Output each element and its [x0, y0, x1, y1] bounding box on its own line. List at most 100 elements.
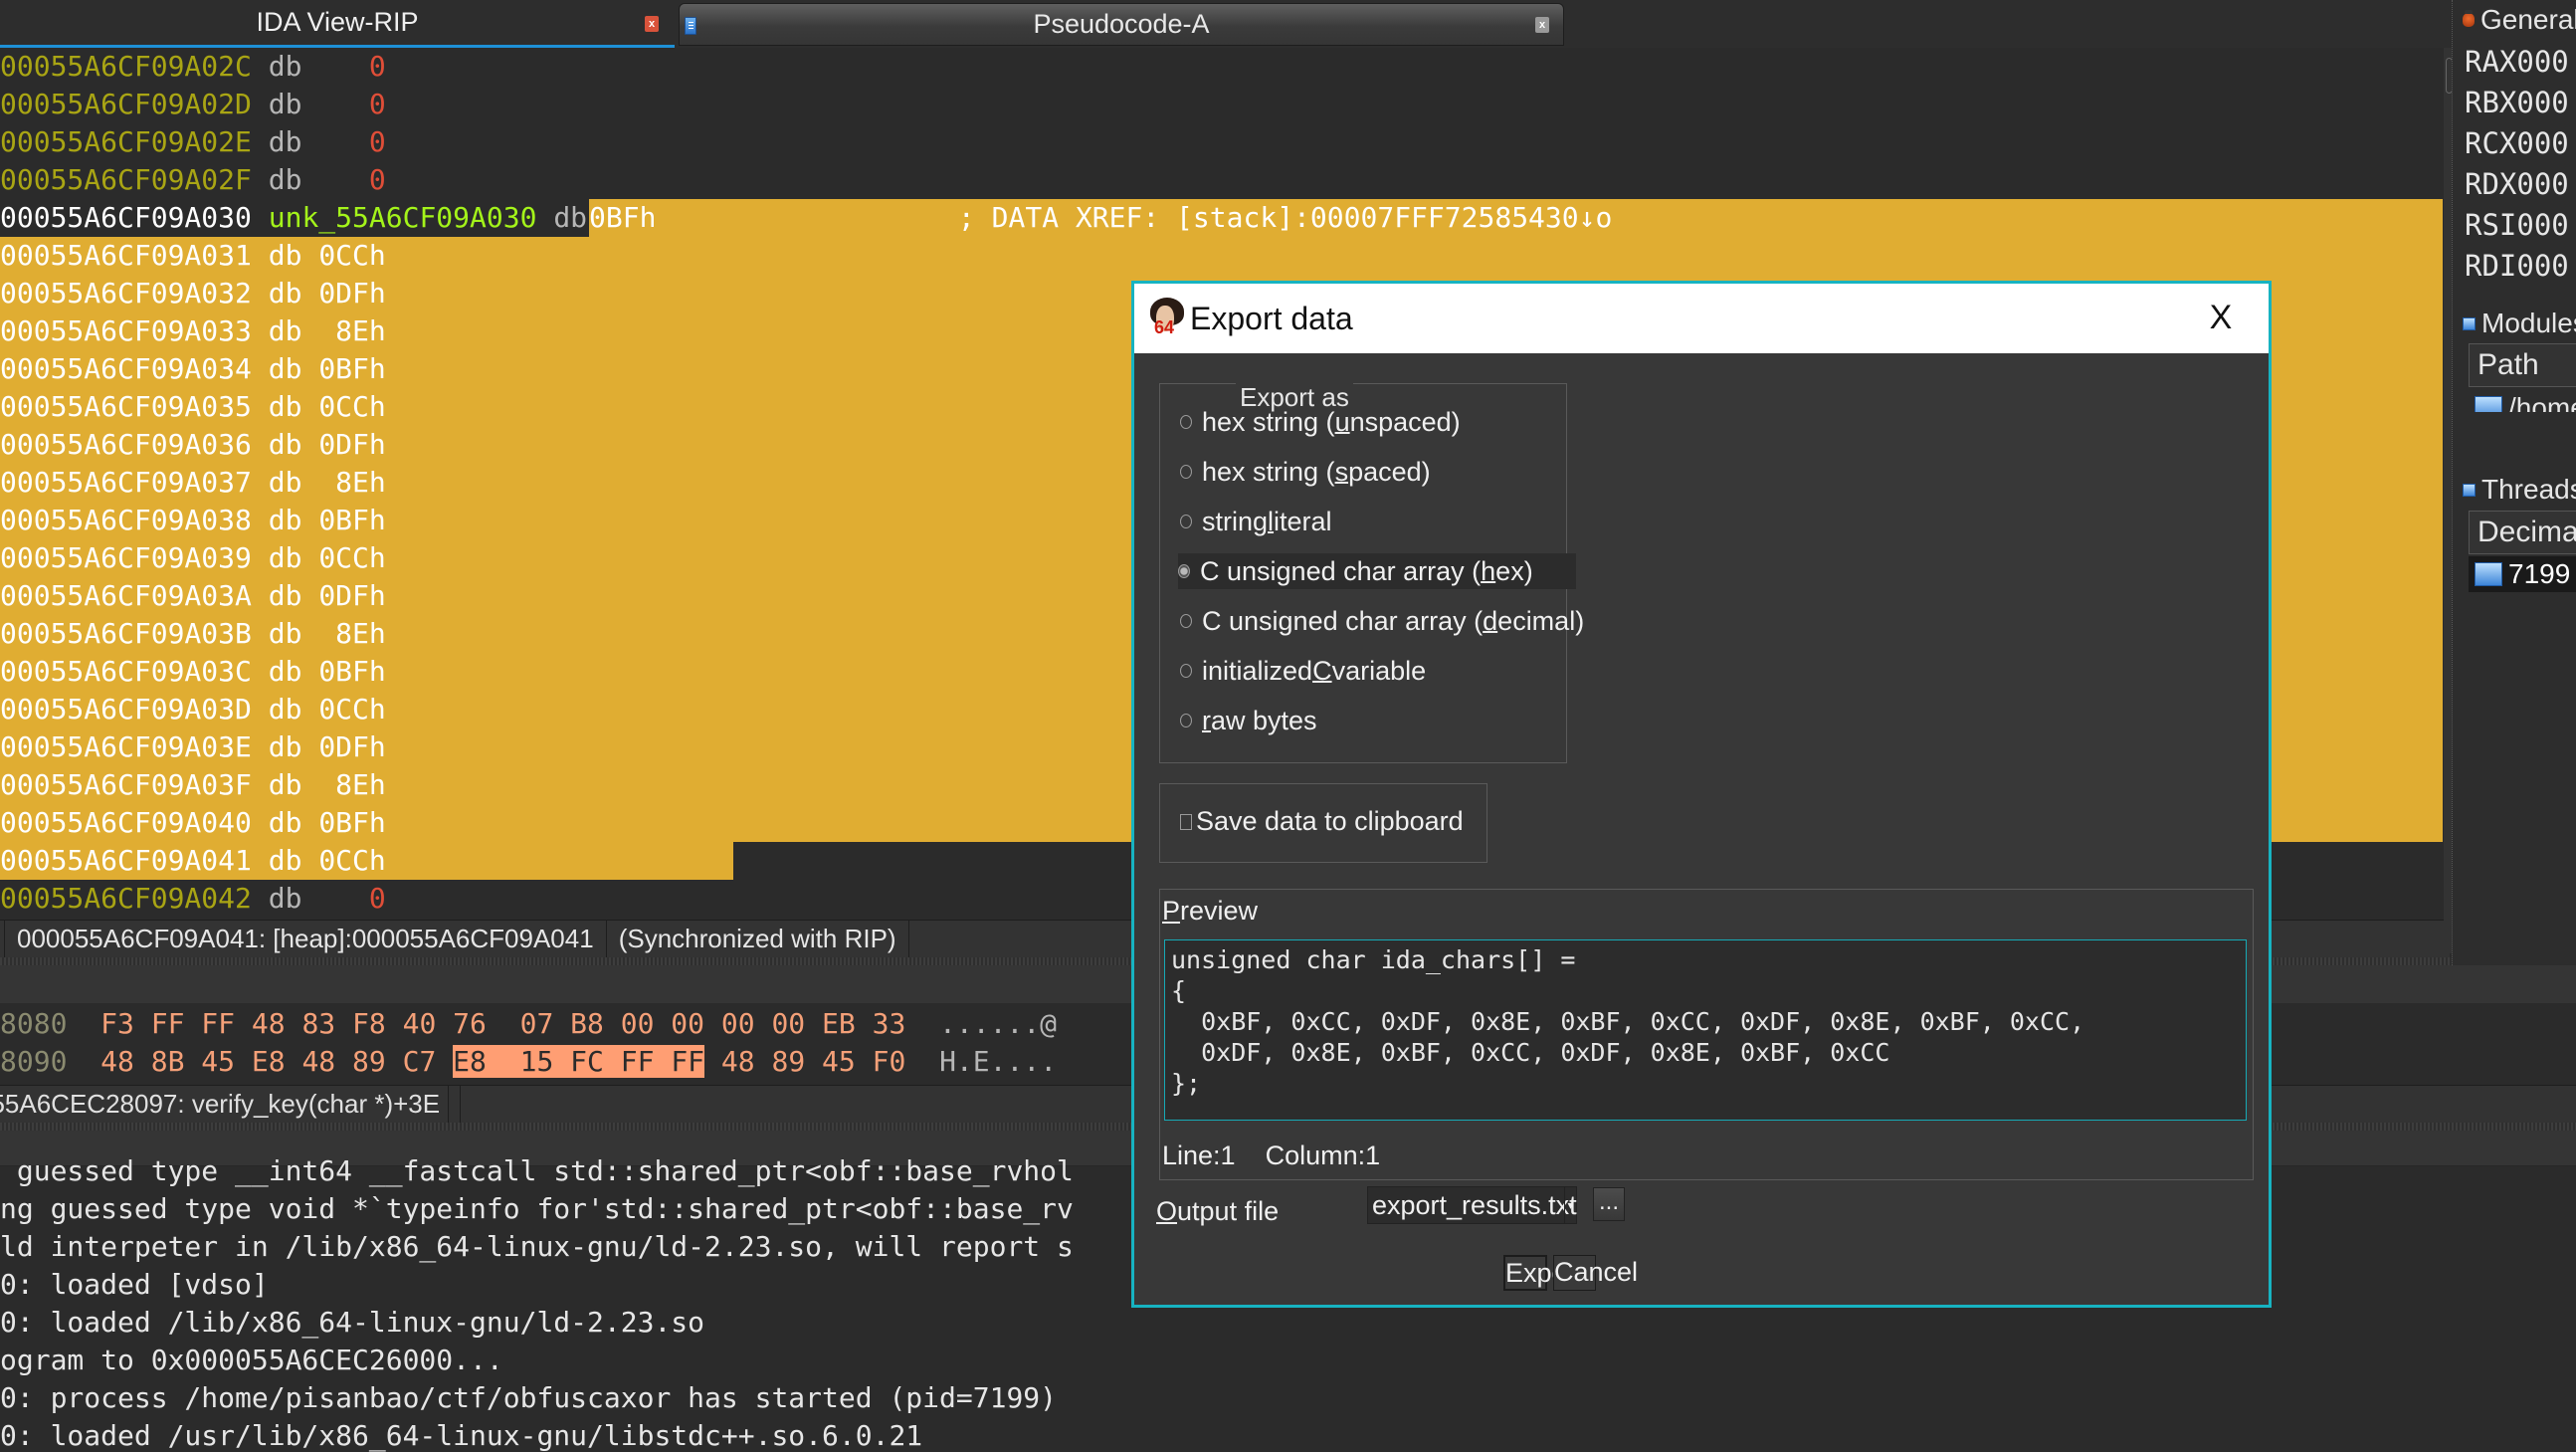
general-registers-title[interactable]: General	[2463, 0, 2576, 40]
register-name: RDX	[2465, 167, 2517, 201]
modules-column-path[interactable]: Path	[2469, 343, 2576, 387]
dialog-title-bar[interactable]: 64 Export data X	[1134, 284, 2269, 353]
listing-line[interactable]: 00055A6CF09A02C db 0	[0, 48, 386, 86]
close-icon[interactable]: x	[1535, 17, 1549, 33]
directive: db	[268, 844, 302, 877]
threads-column-decimal[interactable]: Decimal	[2469, 511, 2576, 554]
register-name: RAX	[2465, 45, 2517, 79]
directive: db	[268, 50, 302, 83]
export-button[interactable]: Export	[1503, 1255, 1583, 1291]
hex-bytes: 48 8B 45 E8 48 89 C7	[100, 1045, 454, 1078]
export-format-radio[interactable]: C unsigned char array (h ex)	[1178, 553, 1576, 589]
radio-label-part: initialized	[1202, 655, 1313, 686]
radio-label-part: string	[1202, 506, 1269, 536]
save-to-clipboard-checkbox[interactable]: Save data to clipboard	[1180, 806, 1464, 837]
value: 0CCh	[318, 844, 386, 877]
address: 00055A6CF09A02E	[0, 125, 252, 158]
listing-line[interactable]: 00055A6CF09A02E db 0	[0, 123, 386, 161]
directive: db	[268, 617, 302, 650]
register-row[interactable]: RDX000	[2465, 164, 2569, 204]
hex-ascii: ......@	[939, 1007, 1058, 1040]
register-row[interactable]: RAX000	[2465, 42, 2569, 82]
cancel-button[interactable]: Cancel	[1553, 1255, 1638, 1291]
thread-row[interactable]: 7199	[2469, 556, 2576, 592]
threads-title[interactable]: Threads	[2463, 470, 2576, 510]
export-format-radio[interactable]: r aw bytes	[1180, 703, 1323, 738]
address: 00055A6CF09A038	[0, 504, 252, 536]
radio-unchecked-icon[interactable]	[1180, 415, 1192, 429]
browse-button[interactable]: ...	[1593, 1187, 1625, 1221]
address: 00055A6CF09A02D	[0, 88, 252, 120]
modules-title[interactable]: Modules	[2463, 304, 2576, 343]
output-line: 0: loaded /usr/lib/x86_64-linux-gnu/libs…	[0, 1419, 923, 1452]
radio-label-part: iteral	[1274, 506, 1332, 536]
register-value: 000	[2516, 86, 2569, 119]
export-format-radio[interactable]: C unsigned char array (d ecimal)	[1180, 603, 1590, 639]
value: 0DFh	[318, 428, 386, 461]
preview-text-area[interactable]: unsigned char ida_chars[] ={ 0xBF, 0xCC,…	[1164, 939, 2247, 1121]
listing-line[interactable]: 00055A6CF09A031 db 0CCh	[0, 237, 2443, 275]
thread-icon	[2475, 562, 2502, 586]
hex-bytes: F3 FF FF 48 83 F8 40 76 07 B8 00 00 00 0…	[100, 1007, 906, 1040]
radio-unchecked-icon[interactable]	[1180, 515, 1192, 528]
directive: db	[553, 201, 588, 234]
register-row[interactable]: RBX000	[2465, 83, 2569, 122]
output-file-value: export_results.txt	[1372, 1190, 1577, 1220]
register-value: 000	[2516, 126, 2569, 160]
value: 0	[318, 88, 386, 120]
value: 0BFh	[318, 655, 386, 688]
register-row[interactable]: RSI000	[2465, 205, 2569, 245]
value: 0	[318, 882, 386, 915]
radio-unchecked-icon[interactable]	[1180, 465, 1192, 479]
export-format-radio[interactable]: initialized C variable	[1180, 653, 1432, 689]
register-row[interactable]: RCX000	[2465, 123, 2569, 163]
address: 00055A6CF09A03F	[0, 768, 252, 801]
hex-line[interactable]: 8080 F3 FF FF 48 83 F8 40 76 07 B8 00 00…	[0, 1005, 1057, 1043]
listing-line[interactable]: 00055A6CF09A041 db 0CCh	[0, 842, 733, 880]
directive: db	[268, 730, 302, 763]
bug-icon	[2463, 10, 2475, 27]
listing-line[interactable]: 00055A6CF09A02D db 0	[0, 86, 386, 123]
output-line: 0: process /home/pisanbao/ctf/obfuscaxor…	[0, 1381, 1058, 1414]
register-row[interactable]: RDI000	[2465, 246, 2569, 286]
xref-comment: ; DATA XREF: [stack]:00007FFF72585430↓o	[957, 201, 1613, 234]
document-icon	[685, 17, 696, 35]
tab-pseudocode-a[interactable]: Pseudocode-A x	[679, 3, 1564, 46]
value: 0BFh	[318, 352, 386, 385]
close-icon[interactable]: x	[645, 16, 659, 32]
label-name[interactable]: unk_55A6CF09A030	[269, 201, 537, 234]
listing-line[interactable]: 00055A6CF09A02F db 0	[0, 161, 386, 199]
register-value: 000	[2516, 249, 2569, 283]
radio-unchecked-icon[interactable]	[1180, 664, 1192, 678]
tab-ida-view-rip[interactable]: IDA View-RIP x	[0, 0, 675, 48]
status-location: 000055A6CF09A041: [heap]:000055A6CF09A04…	[4, 921, 607, 957]
listing-line[interactable]: 00055A6CF09A030 unk_55A6CF09A030 db0BFh …	[0, 199, 2443, 237]
radio-label-part: ecimal)	[1497, 605, 1585, 636]
radio-unchecked-icon[interactable]	[1180, 614, 1192, 628]
directive: db	[268, 314, 302, 347]
address: 00055A6CF09A036	[0, 428, 252, 461]
preview-line: {	[1171, 976, 1187, 1005]
radio-unchecked-icon[interactable]	[1180, 714, 1192, 727]
output-file-combobox[interactable]: export_results.txt ▾	[1367, 1186, 1577, 1224]
address: 00055A6CF09A040	[0, 806, 252, 839]
debugger-side-panel: General RAX000 RBX000 RCX000 RDX000 RSI000 RD…	[2452, 0, 2576, 965]
checkbox-box[interactable]	[1180, 813, 1192, 830]
hex-line[interactable]: 8090 48 8B 45 E8 48 89 C7 E8 15 FC FF FF…	[0, 1043, 1057, 1081]
register-value: 000	[2516, 45, 2569, 79]
dropdown-arrow-icon[interactable]: ▾	[1564, 1187, 1576, 1223]
listing-line[interactable]: 00055A6CF09A042 db 0	[0, 880, 386, 918]
preview-line: unsigned char ida_chars[] =	[1171, 945, 1576, 974]
close-button[interactable]: X	[2201, 294, 2241, 341]
tab-label: IDA View-RIP	[256, 7, 419, 37]
modules-row[interactable]: /home	[2469, 390, 2576, 412]
value: 0DFh	[318, 579, 386, 612]
export-format-radio[interactable]: hex string (u nspaced)	[1180, 404, 1467, 440]
preview-cursor-position: Line:1 Column:1	[1162, 1141, 1381, 1170]
export-format-radio[interactable]: string l iteral	[1180, 504, 1338, 539]
module-icon	[2475, 396, 2502, 412]
status-sync: (Synchronized with RIP)	[607, 921, 909, 957]
address: 00055A6CF09A02F	[0, 163, 252, 196]
export-format-radio[interactable]: hex string (s paced)	[1180, 454, 1437, 490]
radio-checked-icon[interactable]	[1178, 564, 1190, 578]
